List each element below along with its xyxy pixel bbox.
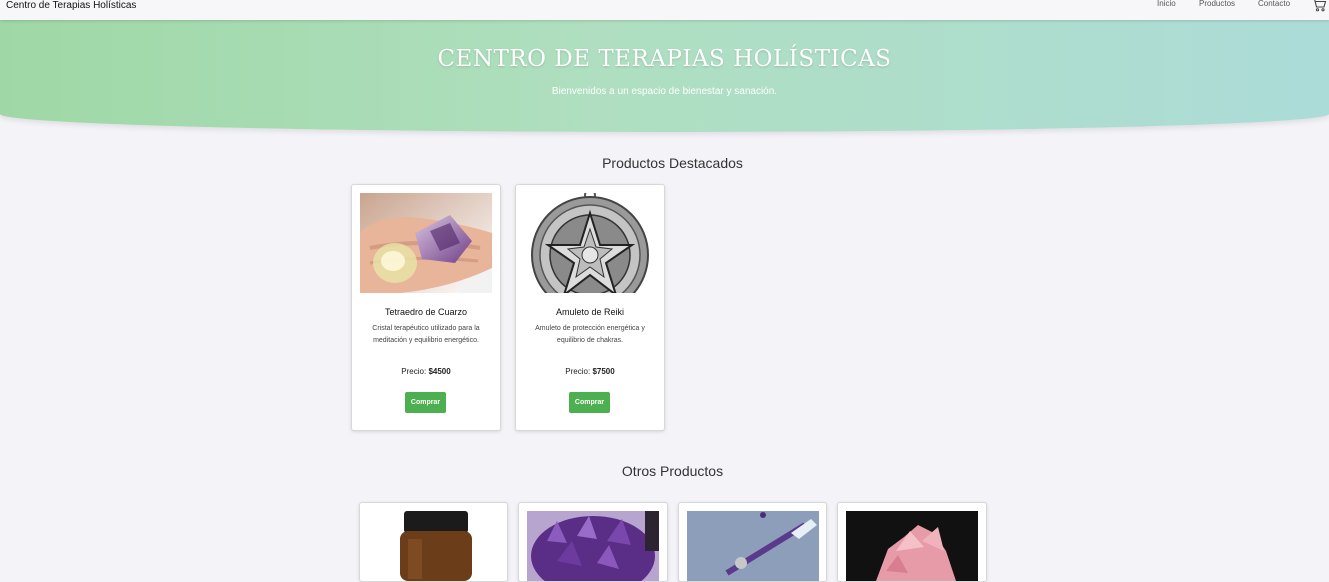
nav-productos[interactable]: Productos [1199, 0, 1235, 9]
product-image-crystal-wand [687, 511, 819, 581]
product-image-amulet [524, 193, 656, 293]
product-price: Precio: $7500 [516, 367, 664, 376]
buy-button[interactable]: Comprar [569, 392, 610, 413]
hero-banner: CENTRO DE TERAPIAS HOLÍSTICAS Bienvenido… [0, 20, 1329, 132]
hero-subtitle: Bienvenidos a un espacio de bienestar y … [551, 86, 778, 97]
others-section-title: Otros Productos [621, 463, 724, 479]
featured-section-title: Productos Destacados [602, 155, 743, 171]
buy-button[interactable]: Comprar [405, 392, 446, 413]
product-image-quartz [360, 193, 492, 293]
product-name: Tetraedro de Cuarzo [384, 307, 468, 317]
price-value: $4500 [428, 367, 451, 376]
product-card-amuleto: Amuleto de Reiki Amuleto de protección e… [515, 184, 665, 431]
price-label: Precio: [565, 367, 591, 376]
product-description: Amuleto de protección energética y equil… [535, 325, 645, 344]
product-card-rose-quartz [837, 502, 987, 582]
nav-inicio[interactable]: Inicio [1157, 0, 1176, 9]
product-card-tetraedro: Tetraedro de Cuarzo Cristal terapéutico … [351, 184, 501, 431]
product-description: Cristal terapéutico utilizado para la me… [372, 325, 480, 344]
product-card-wand [678, 502, 827, 582]
cart-icon[interactable] [1311, 0, 1327, 12]
nav-contacto[interactable]: Contacto [1258, 0, 1290, 9]
product-image-oil-bottle [368, 511, 500, 581]
brand-name[interactable]: Centro de Terapias Holísticas [6, 0, 136, 12]
product-price: Precio: $4500 [352, 367, 500, 376]
price-label: Precio: [401, 367, 427, 376]
price-value: $7500 [592, 367, 615, 376]
hero-title: CENTRO DE TERAPIAS HOLÍSTICAS [437, 46, 892, 72]
product-card-oil [359, 502, 508, 582]
product-image-rose-crystal [846, 511, 978, 581]
product-name: Amuleto de Reiki [555, 307, 625, 317]
product-image-amethyst-cluster [527, 511, 659, 581]
top-navbar: Centro de Terapias Holísticas Inicio Pro… [0, 0, 1329, 20]
product-card-amethyst [518, 502, 668, 582]
